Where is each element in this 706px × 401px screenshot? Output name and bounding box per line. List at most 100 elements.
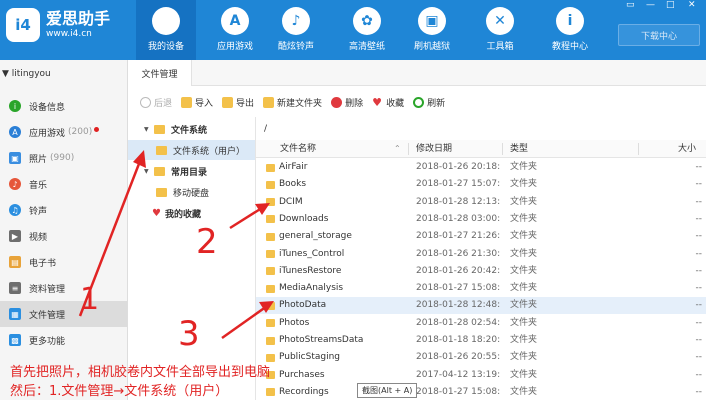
sidebar-item-file-management[interactable]: ▦ 文件管理 bbox=[0, 301, 127, 327]
nav-wallpapers[interactable]: ✿ 高清壁纸 bbox=[337, 0, 397, 60]
file-size: -- bbox=[695, 196, 703, 207]
file-row[interactable]: Purchases 2017-04-12 13:19:... 文件夹 -- bbox=[256, 367, 706, 384]
nav-label: 高清壁纸 bbox=[348, 42, 385, 52]
sidebar-item-apps[interactable]: A 应用游戏 (200) bbox=[0, 119, 127, 145]
file-name: PhotoData bbox=[279, 300, 327, 311]
file-type: 文件夹 bbox=[510, 369, 538, 380]
file-name: Photos bbox=[279, 317, 310, 328]
annotation-line-1: 首先把照片，相机胶卷内文件全部导出到电脑 bbox=[10, 365, 271, 380]
logo-name: 爱思助手 bbox=[46, 9, 111, 28]
window-menu-button[interactable]: ▭ bbox=[626, 0, 635, 10]
file-name: Books bbox=[279, 179, 307, 190]
column-size[interactable]: 大小 bbox=[678, 140, 696, 158]
file-row[interactable]: DCIM 2018-01-28 12:13:... 文件夹 -- bbox=[256, 194, 706, 211]
tree-favorites[interactable]: ♥ 我的收藏 bbox=[128, 203, 255, 223]
file-size: -- bbox=[695, 335, 703, 345]
nav-ringtones[interactable]: ♪ 酷炫铃声 bbox=[266, 0, 326, 60]
file-size: -- bbox=[695, 162, 703, 172]
sidebar-item-video[interactable]: ▶ 视频 bbox=[0, 223, 127, 249]
nav-tutorials[interactable]: i 教程中心 bbox=[540, 0, 600, 60]
export-button[interactable]: 导出 bbox=[222, 96, 254, 109]
sidebar-item-label: 视频 bbox=[29, 232, 48, 243]
file-row[interactable]: iTunes_Control 2018-01-26 21:30:... 文件夹 -- bbox=[256, 246, 706, 263]
minimize-button[interactable]: — bbox=[646, 0, 655, 10]
nav-my-device[interactable]: 我的设备 bbox=[136, 0, 196, 60]
sidebar-item-ebooks[interactable]: ▤ 电子书 bbox=[0, 249, 127, 275]
folder-icon bbox=[156, 145, 167, 155]
tab-file-management[interactable]: 文件管理 bbox=[128, 60, 192, 86]
file-row[interactable]: Downloads 2018-01-28 03:00:... 文件夹 -- bbox=[256, 211, 706, 228]
toolbar-label: 新建文件夹 bbox=[277, 98, 323, 109]
file-row[interactable]: iTunesRestore 2018-01-26 20:42:... 文件夹 -- bbox=[256, 263, 706, 280]
file-row[interactable]: MediaAnalysis 2018-01-27 15:08:... 文件夹 -- bbox=[256, 280, 706, 297]
device-user[interactable]: ▼ litingyou bbox=[0, 69, 51, 79]
photo-icon: ▣ bbox=[9, 152, 21, 164]
tab-bar: 文件管理 bbox=[128, 60, 706, 86]
tree-label: 移动硬盘 bbox=[173, 188, 210, 199]
tree-common-dirs[interactable]: ▼ 常用目录 bbox=[128, 161, 255, 181]
tree-filesystem[interactable]: ▼ 文件系统 bbox=[128, 119, 255, 139]
import-button[interactable]: 导入 bbox=[181, 96, 213, 109]
folder-icon bbox=[266, 301, 275, 310]
document-icon: ≡ bbox=[9, 282, 21, 294]
column-type[interactable]: 类型 bbox=[510, 140, 528, 158]
expand-arrow-icon: ▼ bbox=[144, 167, 149, 175]
file-type: 文件夹 bbox=[510, 352, 538, 363]
column-date[interactable]: 修改日期 bbox=[416, 140, 452, 158]
heart-icon: ♥ bbox=[152, 207, 161, 219]
annotation-number-3: 3 bbox=[178, 314, 200, 354]
notification-dot bbox=[94, 126, 100, 132]
sidebar-item-photos[interactable]: ▣ 照片 (990) bbox=[0, 145, 127, 171]
toolbar-label: 删除 bbox=[345, 98, 364, 109]
file-row[interactable]: PhotoStreamsData 2018-01-18 18:20:... 文件夹 -… bbox=[256, 332, 706, 349]
flower-icon: ✿ bbox=[353, 7, 381, 35]
sidebar-item-ringtones[interactable]: ♫ 铃声 bbox=[0, 197, 127, 223]
file-name: general_storage bbox=[279, 231, 352, 242]
new-folder-button[interactable]: 新建文件夹 bbox=[263, 96, 322, 109]
info-icon: i bbox=[9, 100, 21, 112]
sidebar-item-device-info[interactable]: i 设备信息 bbox=[0, 93, 127, 119]
file-date: 2018-01-26 20:55:... bbox=[416, 352, 500, 363]
app-logo: i4 爱思助手 www.i4.cn bbox=[6, 8, 110, 42]
file-name: Purchases bbox=[279, 369, 325, 380]
tree-filesystem-user[interactable]: 文件系统（用户） bbox=[128, 140, 255, 160]
column-name[interactable]: 文件名称 bbox=[280, 140, 316, 158]
sidebar-item-music[interactable]: ♪ 音乐 bbox=[0, 171, 127, 197]
delete-icon bbox=[331, 96, 343, 108]
download-center-button[interactable]: 下载中心 bbox=[618, 24, 700, 46]
file-type: 文件夹 bbox=[510, 231, 538, 242]
nav-label: 酷炫铃声 bbox=[277, 42, 314, 52]
file-row[interactable]: Books 2018-01-27 15:07:... 文件夹 -- bbox=[256, 176, 706, 193]
nav-flash-jailbreak[interactable]: ▣ 刷机越狱 bbox=[402, 0, 462, 60]
folder-icon bbox=[156, 187, 167, 197]
file-row[interactable]: general_storage 2018-01-27 21:26:... 文件夹 -- bbox=[256, 228, 706, 245]
delete-button[interactable]: 删除 bbox=[331, 96, 363, 109]
file-name-cell: Purchases bbox=[266, 367, 416, 384]
sidebar-item-more[interactable]: ▩ 更多功能 bbox=[0, 327, 127, 353]
sidebar-item-label: 音乐 bbox=[29, 180, 48, 191]
file-row[interactable]: Recordings 2018-01-27 15:08:... 文件夹 -- bbox=[256, 384, 706, 401]
path-bar[interactable]: / bbox=[256, 120, 706, 138]
tree-label: 文件系统 bbox=[171, 125, 208, 136]
favorite-button[interactable]: ♥ 收藏 bbox=[372, 96, 404, 109]
toolbar-label: 导入 bbox=[195, 98, 214, 109]
file-size: -- bbox=[695, 283, 703, 294]
toolbar-label: 收藏 bbox=[386, 98, 405, 109]
close-button[interactable]: ✕ bbox=[688, 0, 696, 10]
appstore-icon: A bbox=[221, 7, 249, 35]
nav-toolbox[interactable]: ✕ 工具箱 bbox=[470, 0, 530, 60]
nav-label: 刷机越狱 bbox=[413, 42, 450, 52]
refresh-button[interactable]: 刷新 bbox=[413, 96, 445, 109]
tree-mobile-disk[interactable]: 移动硬盘 bbox=[128, 182, 255, 202]
back-button[interactable]: 后退 bbox=[140, 96, 172, 109]
sidebar-item-label: 电子书 bbox=[29, 258, 57, 269]
file-row[interactable]: AirFair 2018-01-26 20:18:... 文件夹 -- bbox=[256, 159, 706, 176]
nav-apps-games[interactable]: A 应用游戏 bbox=[205, 0, 265, 60]
file-row[interactable]: PublicStaging 2018-01-26 20:55:... 文件夹 -- bbox=[256, 349, 706, 366]
sidebar-item-data-management[interactable]: ≡ 资料管理 bbox=[0, 275, 127, 301]
file-row[interactable]: Photos 2018-01-28 02:54:... 文件夹 -- bbox=[256, 315, 706, 332]
file-date: 2018-01-27 15:07:... bbox=[416, 179, 500, 190]
sort-up-icon: ⌃ bbox=[394, 144, 401, 153]
file-row[interactable]: PhotoData 2018-01-28 12:48:... 文件夹 -- bbox=[256, 297, 706, 315]
maximize-button[interactable]: □ bbox=[666, 0, 675, 10]
